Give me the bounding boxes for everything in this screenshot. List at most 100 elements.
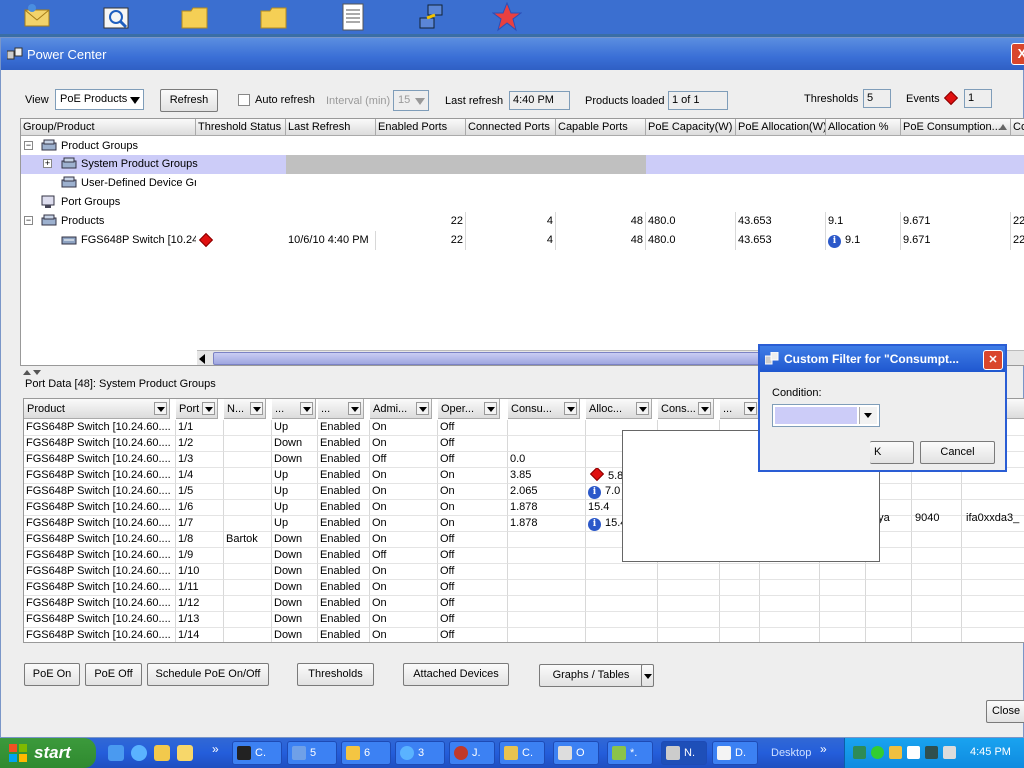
col-header-enabled-ports[interactable]: Enabled Ports xyxy=(376,119,466,136)
column-filter-dropdown-icon[interactable] xyxy=(698,402,711,415)
table-row[interactable]: FGS648P Switch [10.24.60.... 1/10 Down Enab… xyxy=(24,564,1024,580)
folder-icon[interactable] xyxy=(259,2,289,32)
column-filter-dropdown-icon[interactable] xyxy=(300,402,313,415)
taskbar-item-group-5[interactable]: 5 xyxy=(287,741,337,765)
column-filter-dropdown-icon[interactable] xyxy=(744,402,757,415)
col-header-last-refresh[interactable]: Last Refresh xyxy=(286,119,376,136)
col-header-admin[interactable]: Admi... xyxy=(370,399,432,419)
quicklaunch-ie-icon[interactable] xyxy=(131,745,147,761)
dialog-titlebar[interactable]: Custom Filter for "Consumpt... xyxy=(760,346,1005,372)
table-row[interactable]: FGS648P Switch [10.24.60.... 1/12 Down Enab… xyxy=(24,596,1024,612)
schedule-poe-button[interactable]: Schedule PoE On/Off xyxy=(147,663,269,686)
taskbar-item-group-6[interactable]: 6 xyxy=(341,741,391,765)
col-header-port[interactable]: Port xyxy=(176,399,218,419)
poe-off-button[interactable]: PoE Off xyxy=(85,663,142,686)
tray-speaker-icon[interactable] xyxy=(943,746,956,759)
col-header-state[interactable]: ... xyxy=(318,399,364,419)
taskbar-item-document[interactable]: D. xyxy=(712,741,758,765)
taskbar-item-group-3[interactable]: 3 xyxy=(395,741,445,765)
auto-refresh-checkbox[interactable] xyxy=(238,94,250,106)
tray-chat-icon[interactable] xyxy=(907,746,920,759)
tree-row-system-product-groups[interactable]: + System Product Groups xyxy=(21,155,1024,174)
taskbar-item-folder[interactable]: C. xyxy=(499,741,545,765)
quicklaunch-folder-icon[interactable] xyxy=(154,745,170,761)
column-filter-dropdown-icon[interactable] xyxy=(154,402,167,415)
col-header-poe-consumption[interactable]: PoE Consumption... xyxy=(901,119,1011,136)
desktop-toolbar-label[interactable]: Desktop xyxy=(771,747,811,759)
dialog-close-button[interactable]: ✕ xyxy=(983,350,1003,370)
poe-on-button[interactable]: PoE On xyxy=(24,663,80,686)
expand-toggle-icon[interactable]: + xyxy=(43,159,52,168)
search-folder-icon[interactable] xyxy=(102,2,132,32)
col-header-co[interactable]: Co xyxy=(1011,119,1024,136)
close-button[interactable]: Close xyxy=(986,700,1024,723)
quicklaunch-desktop-icon[interactable] xyxy=(108,745,124,761)
col-header-link[interactable]: ... xyxy=(272,399,316,419)
col-header-poe-capacity[interactable]: PoE Capacity(W) xyxy=(646,119,736,136)
cancel-button[interactable]: Cancel xyxy=(920,441,995,464)
ok-button[interactable]: K xyxy=(870,441,914,464)
collapse-toggle-icon[interactable]: − xyxy=(24,216,33,225)
col-header-allocation-pct[interactable]: Allocation % xyxy=(826,119,901,136)
document-icon[interactable] xyxy=(338,2,368,32)
column-filter-dropdown-icon[interactable] xyxy=(348,402,361,415)
tray-sync-icon[interactable] xyxy=(871,746,884,759)
thresholds-button[interactable]: Thresholds xyxy=(297,663,374,686)
tree-row-user-defined[interactable]: User-Defined Device Gr xyxy=(21,174,1024,193)
condition-dropdown-button[interactable] xyxy=(859,407,877,424)
col-header-capable-ports[interactable]: Capable Ports xyxy=(556,119,646,136)
scroll-left-icon[interactable] xyxy=(199,354,205,364)
col-header-connected-ports[interactable]: Connected Ports xyxy=(466,119,556,136)
quicklaunch-overflow-icon[interactable]: » xyxy=(212,742,219,756)
col-header-poe-allocation[interactable]: PoE Allocation(W) xyxy=(736,119,826,136)
col-header-oper[interactable]: Oper... xyxy=(438,399,500,419)
condition-select[interactable] xyxy=(772,404,880,427)
taskbar-item-cmd[interactable]: C. xyxy=(232,741,282,765)
column-filter-dropdown-icon[interactable] xyxy=(202,402,215,415)
table-row[interactable]: FGS648P Switch [10.24.60.... 1/13 Down Enab… xyxy=(24,612,1024,628)
taskbar-item-java[interactable]: J. xyxy=(449,741,495,765)
toolbar-overflow-icon[interactable]: » xyxy=(820,742,827,756)
taskbar-item-paint[interactable]: *. xyxy=(607,741,653,765)
tree-row-product-groups[interactable]: − Product Groups xyxy=(21,137,1024,156)
tree-row-products[interactable]: − Products 22 4 48 480.0 43.653 9.1 9.67… xyxy=(21,212,1024,231)
folder-icon[interactable] xyxy=(180,2,210,32)
tray-mail-icon[interactable] xyxy=(889,746,902,759)
interval-select[interactable]: 15 xyxy=(393,90,429,111)
view-select[interactable]: PoE Products xyxy=(55,89,144,110)
column-filter-dropdown-icon[interactable] xyxy=(416,402,429,415)
network-connection-icon[interactable] xyxy=(416,2,446,32)
scrollbar-thumb[interactable] xyxy=(213,352,773,365)
collapse-toggle-icon[interactable]: − xyxy=(24,141,33,150)
col-header-allocation[interactable]: Alloc... xyxy=(586,399,652,419)
taskbar-item-o[interactable]: O xyxy=(553,741,599,765)
envelope-icon[interactable] xyxy=(22,2,52,32)
tree-row-fgs648p-switch[interactable]: FGS648P Switch [10.24 10/6/10 4:40 PM 22… xyxy=(21,231,1024,250)
table-row[interactable]: FGS648P Switch [10.24.60.... 1/11 Down Enab… xyxy=(24,580,1024,596)
attached-devices-button[interactable]: Attached Devices xyxy=(403,663,509,686)
col-header-consumption[interactable]: Consu... xyxy=(508,399,580,419)
refresh-button[interactable]: Refresh xyxy=(160,89,218,112)
table-row[interactable]: FGS648P Switch [10.24.60.... 1/14 Down Enab… xyxy=(24,628,1024,642)
col-header-name[interactable]: N... xyxy=(224,399,266,419)
graphs-tables-button[interactable]: Graphs / Tables xyxy=(539,664,643,687)
graphs-tables-dropdown[interactable] xyxy=(641,664,654,687)
column-filter-dropdown-icon[interactable] xyxy=(564,402,577,415)
window-close-button[interactable]: X xyxy=(1011,43,1024,65)
taskbar-item-power-center[interactable]: N. xyxy=(661,741,707,765)
tree-row-port-groups[interactable]: Port Groups xyxy=(21,193,1024,212)
quicklaunch-mail-icon[interactable] xyxy=(177,745,193,761)
window-titlebar[interactable]: Power Center X xyxy=(1,38,1024,70)
start-button[interactable]: start xyxy=(0,738,96,768)
split-pane-divider[interactable] xyxy=(23,367,43,375)
tray-network-icon[interactable] xyxy=(853,746,866,759)
col-header-cons[interactable]: Cons... xyxy=(658,399,714,419)
col-header-threshold-status[interactable]: Threshold Status xyxy=(196,119,286,136)
star-shortcut-icon[interactable] xyxy=(491,1,523,32)
col-header-group-product[interactable]: Group/Product xyxy=(21,119,196,136)
column-filter-dropdown-icon[interactable] xyxy=(250,402,263,415)
column-filter-dropdown-icon[interactable] xyxy=(636,402,649,415)
tray-security-icon[interactable] xyxy=(925,746,938,759)
column-filter-dropdown-icon[interactable] xyxy=(484,402,497,415)
col-header-more[interactable]: ... xyxy=(720,399,760,419)
